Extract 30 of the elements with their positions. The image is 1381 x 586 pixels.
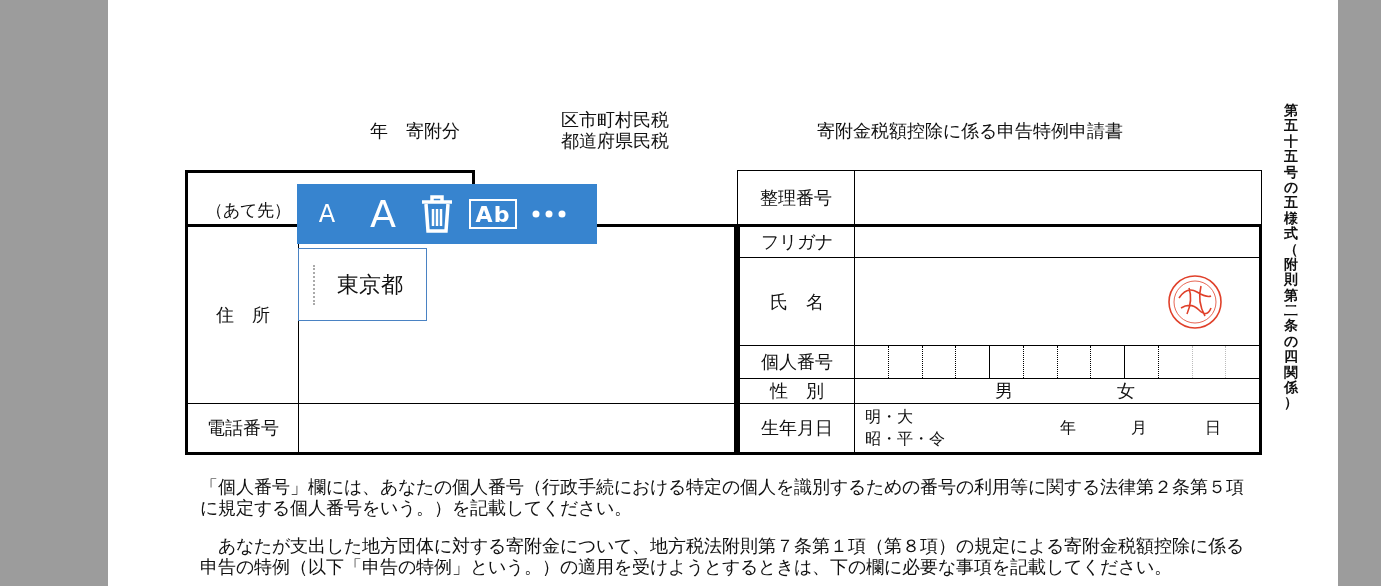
font-larger-button[interactable]: A — [361, 192, 405, 236]
row-label: 個人番号 — [761, 350, 833, 374]
note-paragraph: 「個人番号」欄には、あなたの個人番号（行政手続における特定の個人を識別するための番号の利用等に関する法律第２条第５項に規定する個人番号をいう。）を記載してください。 — [200, 477, 1245, 519]
row-label: 性 別 — [770, 379, 824, 403]
tax-label: 都道府県民税 — [560, 131, 670, 152]
row-label: フリガナ — [761, 230, 833, 254]
year-label: 年 寄附分 — [369, 119, 461, 143]
era-option: 明・大 — [865, 406, 945, 428]
address-label: 住 所 — [216, 303, 270, 327]
form-number-note: 第五十五号の五様式（附則第二条の四関係） — [1283, 103, 1300, 413]
note-paragraph: あなたが支出した地方団体に対する寄附金について、地方税法附則第７条第１項（第８項）の規定による寄附金税額控除に係る申告の特例（以下「申告の特例」という。）の適用を受けようとするときは、下の欄に必要な事項を記載してください。 — [200, 536, 1245, 578]
row-label: 生年月日 — [761, 416, 833, 440]
gender-option: 女 — [1117, 379, 1135, 403]
date-label: 年 — [1060, 417, 1076, 439]
gender-option: 男 — [995, 379, 1013, 403]
addressee-label: （あて先） — [206, 199, 291, 222]
text-box[interactable]: 東京都 — [298, 248, 427, 321]
date-label: 月 — [1131, 417, 1147, 439]
trash-icon — [420, 194, 454, 234]
row-label: 氏 名 — [770, 289, 824, 314]
tax-label: 区市町村民税 — [560, 110, 670, 131]
seal-stamp-icon — [1167, 274, 1223, 330]
form-title: 寄附金税額控除に係る申告特例申請書 — [816, 119, 1124, 143]
more-icon — [532, 210, 566, 218]
row-label: 整理番号 — [760, 185, 832, 210]
date-label: 日 — [1205, 417, 1221, 439]
era-option: 昭・平・令 — [865, 428, 945, 450]
text-style-button[interactable]: Ab — [469, 199, 517, 229]
phone-label: 電話番号 — [207, 416, 279, 440]
font-smaller-button[interactable]: A — [307, 192, 347, 236]
